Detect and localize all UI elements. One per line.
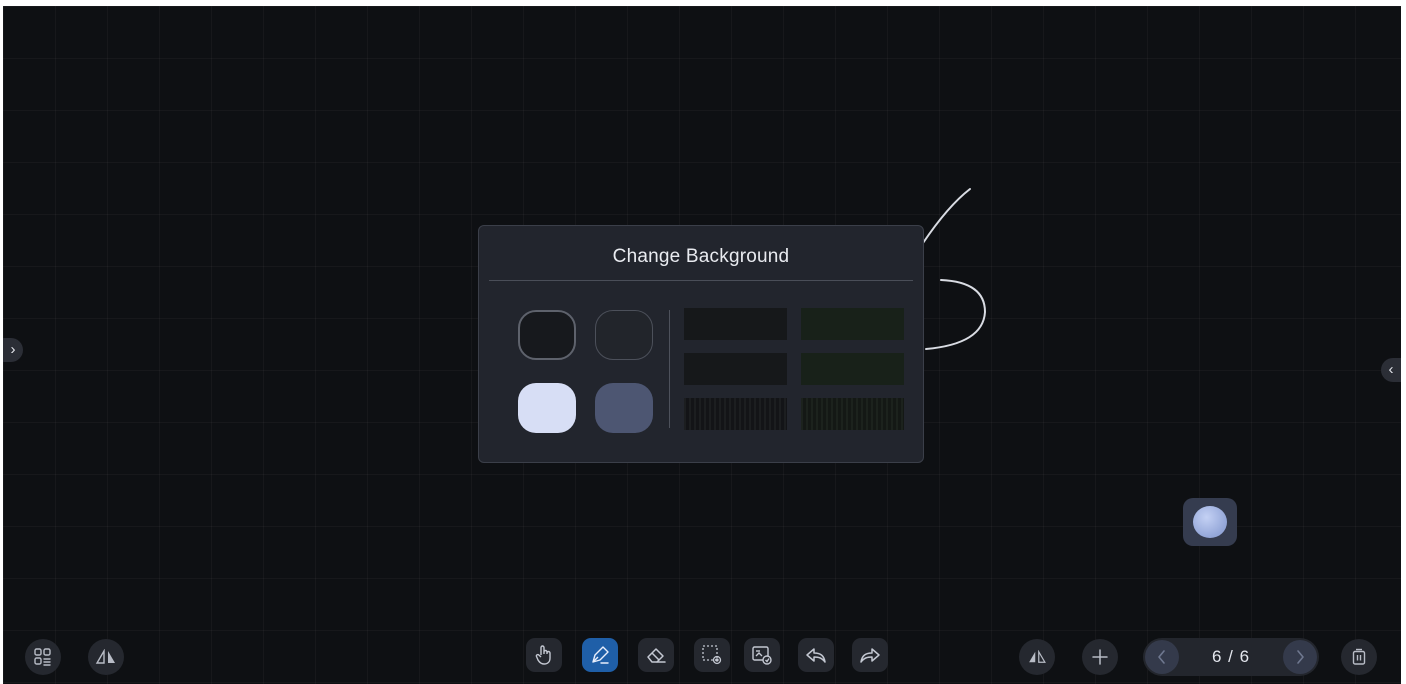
hand-pointer-icon	[535, 645, 551, 665]
next-page-button[interactable]	[1283, 640, 1317, 674]
mirror-toggle-icon	[1029, 650, 1046, 663]
pen-icon	[592, 646, 609, 664]
texture-black-lined-board[interactable]	[684, 398, 787, 430]
swatch-black[interactable]	[518, 310, 576, 360]
redo-button[interactable]	[852, 638, 888, 672]
undo-button[interactable]	[798, 638, 834, 672]
pen-tool-button[interactable]	[582, 638, 618, 672]
texture-green-board[interactable]	[801, 308, 904, 340]
swatch-slate-blue[interactable]	[595, 383, 653, 433]
mirror-toggle-button[interactable]	[1019, 639, 1055, 675]
chevron-right-icon: ›	[10, 341, 16, 358]
whiteboard-canvas[interactable]: › ‹ Change Background 6 / 6	[3, 6, 1401, 684]
eraser-icon	[647, 648, 666, 663]
eraser-tool-button[interactable]	[638, 638, 674, 672]
mirror-button[interactable]	[88, 639, 124, 675]
add-page-button[interactable]	[1082, 639, 1118, 675]
vertical-divider	[669, 310, 670, 428]
circle-icon	[1193, 506, 1227, 538]
dialog-title: Change Background	[612, 246, 790, 267]
swatch-dark-gray[interactable]	[595, 310, 653, 360]
pages-icon	[34, 648, 51, 666]
page-navigator: 6 / 6	[1143, 638, 1319, 676]
page-counter: 6 / 6	[1211, 647, 1251, 666]
select-tool-button[interactable]	[694, 638, 730, 672]
undo-icon	[806, 648, 826, 663]
hand-tool-button[interactable]	[526, 638, 562, 672]
change-background-dialog: Change Background	[478, 225, 924, 463]
delete-icon	[1352, 648, 1366, 665]
selection-icon	[702, 645, 722, 665]
expand-left-panel-button[interactable]: ›	[3, 338, 23, 362]
background-tool-button[interactable]	[744, 638, 780, 672]
add-page-icon	[1092, 649, 1108, 665]
texture-green-board-2[interactable]	[801, 353, 904, 385]
chevron-left-icon	[1158, 650, 1165, 664]
texture-black-board-2[interactable]	[684, 353, 787, 385]
pages-button[interactable]	[25, 639, 61, 675]
texture-green-lined-board[interactable]	[801, 398, 904, 430]
redo-icon	[860, 648, 880, 663]
mirror-icon	[95, 649, 115, 664]
previous-page-button[interactable]	[1145, 640, 1179, 674]
divider	[489, 280, 913, 281]
background-icon	[752, 646, 772, 665]
swatch-light-blue[interactable]	[518, 383, 576, 433]
background-toggle-button[interactable]	[1183, 498, 1237, 546]
delete-page-button[interactable]	[1341, 639, 1377, 675]
chevron-left-icon: ‹	[1388, 361, 1394, 378]
expand-right-panel-button[interactable]: ‹	[1381, 358, 1401, 382]
texture-black-board[interactable]	[684, 308, 787, 340]
chevron-right-icon	[1297, 650, 1304, 664]
